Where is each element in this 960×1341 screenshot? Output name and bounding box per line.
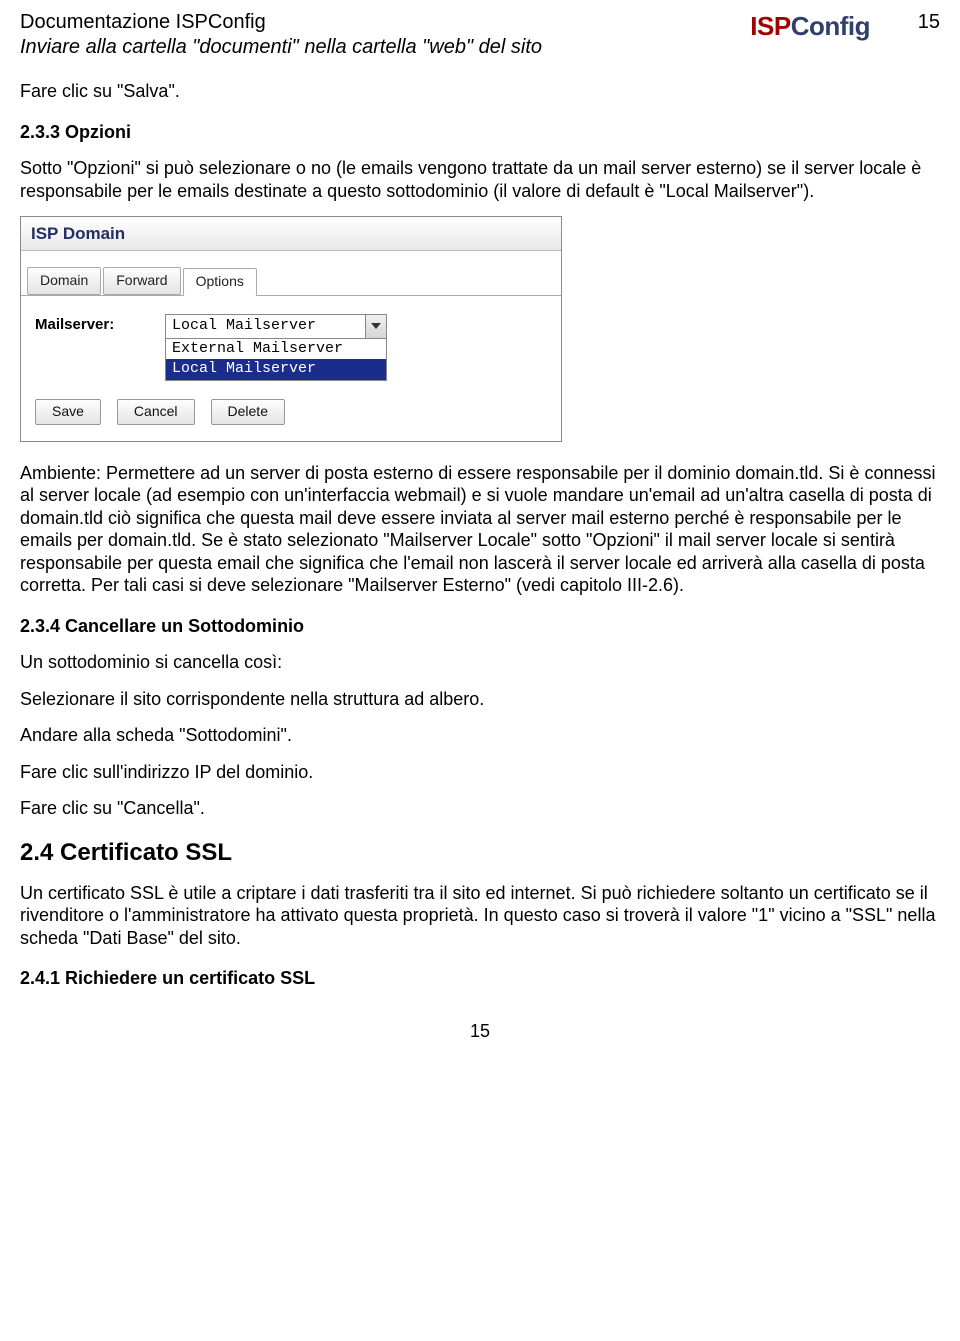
tab-domain[interactable]: Domain (27, 267, 101, 295)
mailserver-label: Mailserver: (35, 314, 145, 335)
header-logo: ISPConfig (750, 10, 870, 43)
panel-tabs: Domain Forward Options (21, 251, 561, 296)
header-left: Documentazione ISPConfig Inviare alla ca… (20, 10, 740, 60)
paragraph: Ambiente: Permettere ad un server di pos… (20, 462, 940, 597)
page-number-top: 15 (880, 10, 940, 35)
heading-24-certificato-ssl: 2.4 Certificato SSL (20, 838, 940, 868)
combo-selected-value: Local Mailserver (166, 315, 365, 338)
panel-title: ISP Domain (21, 217, 561, 251)
document-title: Documentazione ISPConfig (20, 10, 740, 35)
logo-config-text: Config (791, 10, 870, 43)
combo-option-local[interactable]: Local Mailserver (166, 359, 386, 380)
paragraph: Fare clic su "Cancella". (20, 797, 940, 820)
panel-buttons: Save Cancel Delete (35, 399, 547, 425)
cancel-button[interactable]: Cancel (117, 399, 195, 425)
paragraph: Selezionare il sito corrispondente nella… (20, 688, 940, 711)
mailserver-field-row: Mailserver: Local Mailserver External Ma… (35, 314, 547, 381)
screenshot-panel-area: ISP Domain Domain Forward Options Mailse… (20, 216, 940, 442)
logo-isp-text: ISP (750, 10, 790, 43)
save-button[interactable]: Save (35, 399, 101, 425)
heading-234-cancellare: 2.3.4 Cancellare un Sottodominio (20, 615, 940, 638)
logo: ISPConfig (750, 10, 870, 43)
combo-list: External Mailserver Local Mailserver (166, 339, 386, 381)
tab-options[interactable]: Options (183, 268, 257, 296)
mailserver-select[interactable]: Local Mailserver External Mailserver Loc… (165, 314, 387, 381)
panel-body: Mailserver: Local Mailserver External Ma… (21, 296, 561, 441)
combo-head[interactable]: Local Mailserver (166, 315, 386, 339)
heading-241-richiedere: 2.4.1 Richiedere un certificato SSL (20, 967, 940, 990)
paragraph: Fare clic su "Salva". (20, 80, 940, 103)
combo-option-external[interactable]: External Mailserver (166, 339, 386, 360)
paragraph: Un certificato SSL è utile a criptare i … (20, 882, 940, 950)
page-number-bottom: 15 (20, 1020, 940, 1043)
page-header: Documentazione ISPConfig Inviare alla ca… (20, 10, 940, 60)
tab-forward[interactable]: Forward (103, 267, 180, 295)
paragraph: Fare clic sull'indirizzo IP del dominio. (20, 761, 940, 784)
paragraph: Un sottodominio si cancella così: (20, 651, 940, 674)
document-subtitle: Inviare alla cartella "documenti" nella … (20, 35, 740, 60)
isp-domain-panel: ISP Domain Domain Forward Options Mailse… (20, 216, 562, 442)
heading-233-opzioni: 2.3.3 Opzioni (20, 121, 940, 144)
chevron-down-icon[interactable] (365, 315, 386, 338)
delete-button[interactable]: Delete (211, 399, 285, 425)
paragraph: Andare alla scheda "Sottodomini". (20, 724, 940, 747)
paragraph: Sotto "Opzioni" si può selezionare o no … (20, 157, 940, 202)
